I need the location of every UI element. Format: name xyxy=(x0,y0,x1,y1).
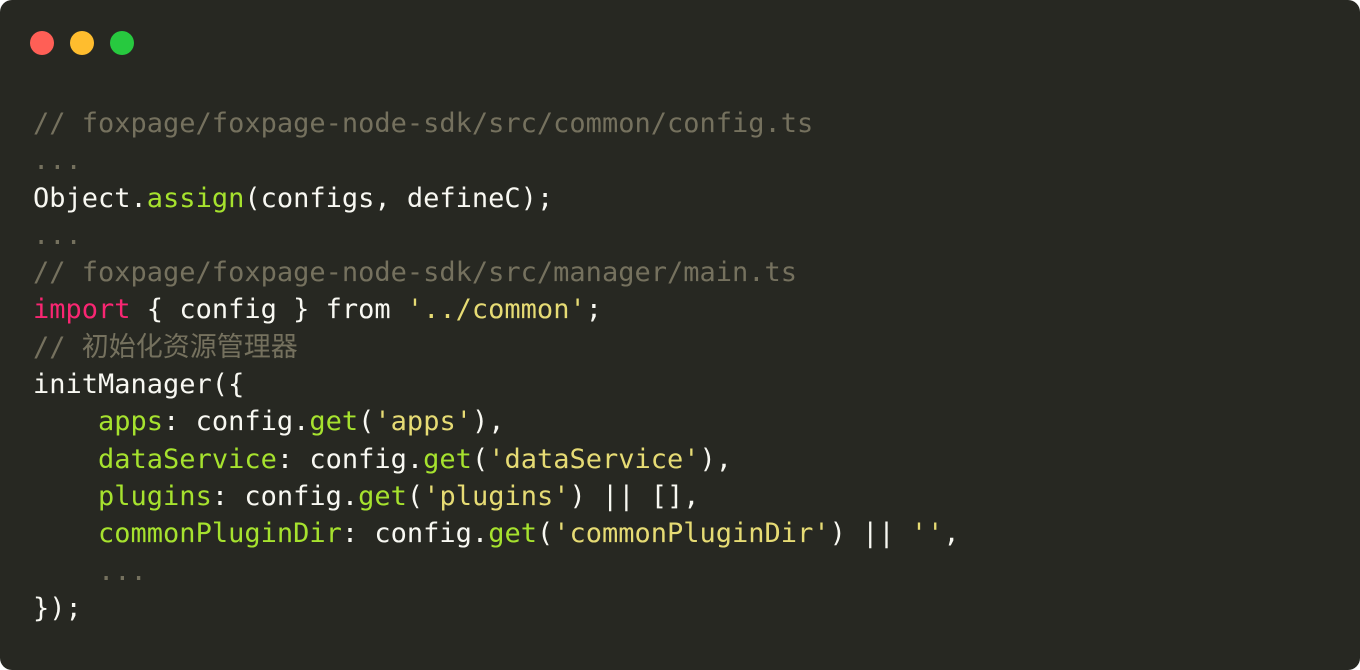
code-token-string: 'apps' xyxy=(374,406,472,438)
code-line: import { config } from '../common'; xyxy=(33,291,960,328)
code-line: initManager({ xyxy=(33,366,960,403)
code-line: Object.assign(configs, defineC); xyxy=(33,180,960,217)
code-line: commonPluginDir: config.get('commonPlugi… xyxy=(33,515,960,552)
code-window: // foxpage/foxpage-node-sdk/src/common/c… xyxy=(0,0,1360,670)
code-token-plain: }); xyxy=(33,592,82,624)
zoom-button[interactable] xyxy=(110,31,134,55)
code-token-plain: ( xyxy=(471,443,489,475)
code-token-plain: : config. xyxy=(276,443,424,475)
code-token-string: '' xyxy=(910,518,944,550)
code-token-plain: { config } from xyxy=(130,294,407,326)
code-line: apps: config.get('apps'), xyxy=(33,403,960,440)
code-token-plain: : config. xyxy=(341,518,489,550)
code-token-plain: , xyxy=(943,518,960,550)
code-token-comment: // foxpage/foxpage-node-sdk/src/common/c… xyxy=(33,108,814,139)
code-token-string: 'dataService' xyxy=(488,443,700,475)
code-token-plain: ( xyxy=(536,518,554,550)
code-token-plain: ( xyxy=(406,480,424,512)
code-token-function: get xyxy=(309,406,359,438)
code-line: ... xyxy=(33,142,960,179)
code-line: dataService: config.get('dataService'), xyxy=(33,441,960,478)
code-token-plain: ), xyxy=(699,443,733,475)
code-token-comment: ... xyxy=(33,145,82,177)
code-token-plain: Object. xyxy=(33,182,147,214)
code-token-plain: ; xyxy=(585,294,602,326)
code-token-property: commonPluginDir xyxy=(98,518,342,550)
code-token-plain: ), xyxy=(471,406,505,438)
code-token-plain: : config. xyxy=(211,480,359,512)
code-line: // 初始化资源管理器 xyxy=(33,329,960,366)
code-token-plain: ) || xyxy=(829,518,911,550)
code-token-plain: (configs, defineC); xyxy=(244,182,554,214)
code-token-plain: initManager({ xyxy=(33,369,245,401)
code-token-plain: ( xyxy=(358,406,375,438)
code-token-property: apps xyxy=(98,406,164,438)
code-token-comment: ... xyxy=(98,555,147,587)
code-block: // foxpage/foxpage-node-sdk/src/common/c… xyxy=(33,105,960,627)
window-controls xyxy=(30,31,134,55)
code-token-string: 'plugins' xyxy=(423,480,570,512)
code-token-comment: // 初始化资源管理器 xyxy=(33,331,298,363)
code-line: ... xyxy=(33,217,960,254)
code-token-property: plugins xyxy=(98,480,212,512)
minimize-button[interactable] xyxy=(70,31,94,55)
code-token-string: 'commonPluginDir' xyxy=(553,518,830,550)
code-token-function: get xyxy=(488,518,537,550)
code-token-plain: ) || [], xyxy=(569,480,700,512)
code-line: plugins: config.get('plugins') || [], xyxy=(33,478,960,515)
code-token-keyword: import xyxy=(33,294,131,326)
code-token-function: get xyxy=(358,480,407,512)
code-token-plain: : config. xyxy=(163,406,310,438)
code-line: // foxpage/foxpage-node-sdk/src/manager/… xyxy=(33,254,960,291)
code-token-comment: // foxpage/foxpage-node-sdk/src/manager/… xyxy=(33,257,798,289)
code-token-function: assign xyxy=(146,182,245,214)
code-token-comment: ... xyxy=(33,219,82,251)
code-token-property: dataService xyxy=(98,443,277,475)
code-token-function: get xyxy=(423,443,472,475)
code-line: ... xyxy=(33,553,960,590)
code-line: // foxpage/foxpage-node-sdk/src/common/c… xyxy=(33,105,960,142)
code-token-string: '../common' xyxy=(406,294,586,326)
close-button[interactable] xyxy=(30,31,54,55)
code-line: }); xyxy=(33,590,960,627)
